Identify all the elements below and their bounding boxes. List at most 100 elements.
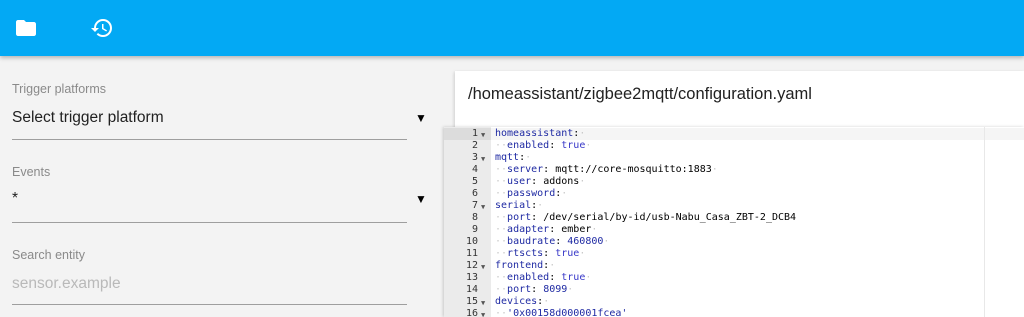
trigger-platform-label: Trigger platforms <box>12 82 107 96</box>
code-line[interactable]: 14 ··port: 8099· <box>444 284 1024 296</box>
yaml-key: homeassistant <box>495 128 574 139</box>
line-number: 3 <box>471 152 478 163</box>
eol-marker: · <box>543 296 550 307</box>
fold-arrow-icon[interactable]: ▼ <box>481 309 485 317</box>
code-text[interactable]: ··password:· <box>495 188 567 200</box>
line-number: 10 <box>465 236 478 247</box>
eol-marker: · <box>711 164 718 175</box>
code-line[interactable]: 12 ▼ frontend:· <box>444 260 1024 272</box>
code-line[interactable]: 3 ▼ mqtt:· <box>444 152 1024 164</box>
line-number: 7 <box>471 200 478 211</box>
indent-guide: ·· <box>495 140 508 151</box>
yaml-key: enabled <box>507 140 550 151</box>
code-line[interactable]: 11 ··rtscts: true· <box>444 248 1024 260</box>
code-text[interactable]: mqtt:· <box>495 152 531 164</box>
line-number: 11 <box>465 248 478 259</box>
left-panel: Trigger platforms Select trigger platfor… <box>0 56 440 317</box>
indent-guide: ·· <box>495 176 508 187</box>
code-line[interactable]: 2 ··enabled: true· <box>444 140 1024 152</box>
code-editor[interactable]: 1 ▼ homeassistant:· 2 ··enabled: true· 3 ▼ mqtt… <box>444 127 1024 317</box>
code-text[interactable]: ··enabled: true· <box>495 272 591 284</box>
yaml-value: addons <box>537 176 580 187</box>
code-text[interactable]: ··port: /dev/serial/by-id/usb-Nabu_Casa_… <box>495 212 796 224</box>
dropdown-arrow-icon[interactable]: ▼ <box>415 111 427 125</box>
code-line[interactable]: 4 ··server: mqtt://core-mosquitto:1883· <box>444 164 1024 176</box>
trigger-platform-select[interactable]: Trigger platforms Select trigger platfor… <box>12 82 427 142</box>
code-text[interactable]: ··rtscts: true· <box>495 248 585 260</box>
line-number: 6 <box>471 188 478 199</box>
search-entity-input[interactable]: sensor.example <box>12 275 121 293</box>
field-underline <box>12 222 407 223</box>
line-number: 12 <box>465 260 478 271</box>
yaml-key: port <box>507 284 532 295</box>
eol-marker: · <box>579 128 586 139</box>
file-path-title: /homeassistant/zigbee2mqtt/configuration… <box>468 85 812 103</box>
code-text[interactable]: frontend:· <box>495 260 555 272</box>
indent-guide: ·· <box>495 308 508 317</box>
yaml-key: devices <box>495 296 538 307</box>
line-number: 5 <box>471 176 478 187</box>
history-button[interactable] <box>84 10 120 46</box>
code-line[interactable]: 6 ··password:· <box>444 188 1024 200</box>
code-text[interactable]: homeassistant:· <box>495 128 585 140</box>
events-select[interactable]: Events * ▼ <box>12 165 427 225</box>
code-line[interactable]: 15 ▼ devices:· <box>444 296 1024 308</box>
eol-marker: · <box>567 284 574 295</box>
code-line[interactable]: 10 ··baudrate: 460800· <box>444 236 1024 248</box>
code-text[interactable]: ··port: 8099· <box>495 284 573 296</box>
top-toolbar <box>0 0 1024 56</box>
eol-marker: · <box>585 272 592 283</box>
folder-button[interactable] <box>8 10 44 46</box>
yaml-value: 8099 <box>537 284 568 295</box>
line-number: 2 <box>471 140 478 151</box>
eol-marker: · <box>537 200 544 211</box>
history-icon <box>91 19 112 38</box>
code-line[interactable]: 7 ▼ serial:· <box>444 200 1024 212</box>
yaml-key: port <box>507 212 532 223</box>
yaml-key: rtscts <box>507 248 544 259</box>
code-line[interactable]: 9 ··adapter: ember· <box>444 224 1024 236</box>
code-text[interactable]: ··baudrate: 460800· <box>495 236 609 248</box>
yaml-value: true <box>555 140 586 151</box>
code-text[interactable]: devices:· <box>495 296 549 308</box>
line-number: 15 <box>465 296 478 307</box>
indent-guide: ·· <box>495 284 508 295</box>
yaml-value: true <box>549 248 580 259</box>
code-text[interactable]: ··user: addons· <box>495 176 585 188</box>
code-line[interactable]: 13 ··enabled: true· <box>444 272 1024 284</box>
code-line[interactable]: 5 ··user: addons· <box>444 176 1024 188</box>
yaml-key: serial <box>495 200 532 211</box>
line-number: 13 <box>465 272 478 283</box>
yaml-key: mqtt <box>495 152 520 163</box>
search-entity-field[interactable]: Search entity sensor.example <box>12 248 407 308</box>
indent-guide: ·· <box>495 224 508 235</box>
yaml-value: /dev/serial/by-id/usb-Nabu_Casa_ZBT-2_DC… <box>537 212 797 223</box>
code-line[interactable]: 16 ▼ ··'0x00158d000001fcea' <box>444 308 1024 317</box>
yaml-key: '0x00158d000001fcea' <box>507 308 628 317</box>
yaml-value: ember <box>555 224 592 235</box>
line-number: 16 <box>465 308 478 317</box>
line-number: 8 <box>471 212 478 223</box>
code-line[interactable]: 8 ··port: /dev/serial/by-id/usb-Nabu_Casa… <box>444 212 1024 224</box>
eol-marker: · <box>591 224 598 235</box>
indent-guide: ·· <box>495 164 508 175</box>
code-text[interactable]: serial:· <box>495 200 543 212</box>
code-text[interactable]: ··'0x00158d000001fcea' <box>495 308 627 317</box>
eol-marker: · <box>585 140 592 151</box>
code-text[interactable]: ··server: mqtt://core-mosquitto:1883· <box>495 164 718 176</box>
yaml-key: baudrate <box>507 236 556 247</box>
code-line[interactable]: 1 ▼ homeassistant:· <box>444 128 1024 140</box>
events-label: Events <box>12 165 51 179</box>
trigger-platform-value[interactable]: Select trigger platform <box>12 109 164 127</box>
dropdown-arrow-icon[interactable]: ▼ <box>415 192 427 206</box>
eol-marker: · <box>579 248 586 259</box>
field-underline <box>12 139 407 140</box>
eol-marker: · <box>603 236 610 247</box>
eol-marker: · <box>561 188 568 199</box>
folder-icon <box>16 20 36 36</box>
code-text[interactable]: ··adapter: ember· <box>495 224 597 236</box>
yaml-key: enabled <box>507 272 550 283</box>
yaml-key: server <box>507 164 544 175</box>
code-text[interactable]: ··enabled: true· <box>495 140 591 152</box>
events-value[interactable]: * <box>12 190 18 208</box>
